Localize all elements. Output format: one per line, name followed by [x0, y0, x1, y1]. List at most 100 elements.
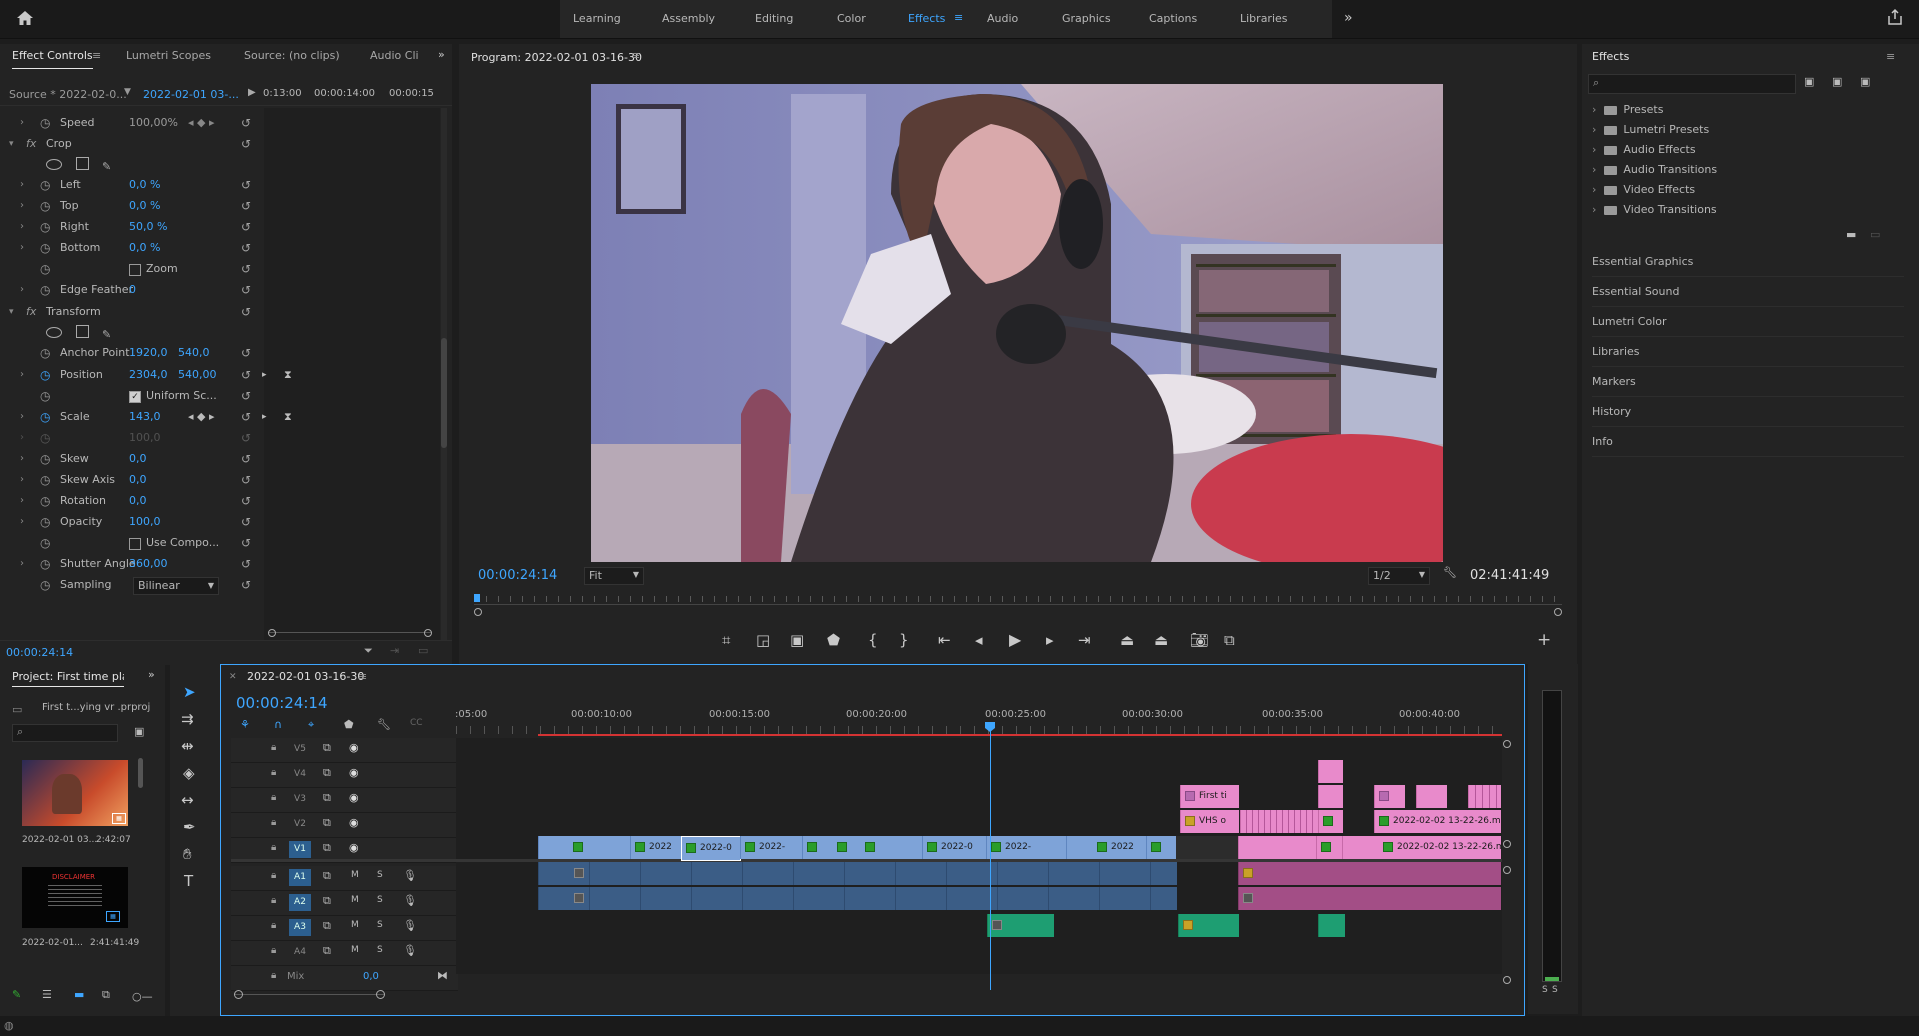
eye-icon[interactable]: ◉	[349, 766, 359, 779]
pencil-icon[interactable]: ✎	[12, 988, 21, 1001]
lock-icon[interactable]: 🔒︎	[271, 817, 276, 828]
playhead-marker[interactable]	[474, 594, 480, 602]
stopwatch-icon[interactable]: ◷	[40, 533, 50, 553]
workspace-tab-editing[interactable]: Editing	[755, 12, 793, 25]
pen-tool-icon[interactable]: ✒	[183, 818, 196, 836]
v1-clip-10[interactable]	[1238, 836, 1317, 859]
row-opacity[interactable]: › ◷ Opacity 100,0 ↺	[0, 512, 420, 532]
v1-clip-12[interactable]: 2022-02-02 13-22-26.m	[1342, 836, 1501, 859]
comparison-icon[interactable]: ▣	[790, 631, 804, 649]
microphone-icon[interactable]: 🎙︎	[403, 869, 417, 882]
linked-selection-icon[interactable]: ⌖	[308, 718, 314, 732]
add-marker-icon[interactable]: ⬟	[827, 631, 840, 649]
panel-info[interactable]: Info	[1592, 428, 1904, 457]
reset-icon[interactable]: ↺	[241, 113, 251, 133]
reset-icon[interactable]: ↺	[241, 470, 251, 490]
right-value[interactable]: 50,0 %	[129, 217, 167, 237]
eye-icon[interactable]: ◉	[349, 791, 359, 804]
chevron-right-icon[interactable]: ›	[20, 238, 24, 258]
eye-icon[interactable]: ◉	[349, 841, 359, 854]
trash-icon[interactable]: ▭	[418, 644, 428, 657]
effect-folder-audio-effects[interactable]: › Audio Effects	[1592, 141, 1696, 159]
workspace-tab-learning[interactable]: Learning	[573, 12, 621, 25]
reset-icon[interactable]: ↺	[241, 575, 251, 595]
chevron-right-icon[interactable]: ›	[20, 407, 24, 427]
keyframe-icon[interactable]: ▸	[262, 407, 267, 427]
v1-clip-3-selected[interactable]: 2022-0	[681, 836, 741, 861]
play-icon[interactable]: ▶	[248, 87, 256, 98]
panel-libraries[interactable]: Libraries	[1592, 338, 1904, 367]
v1-clip-9[interactable]	[1146, 836, 1177, 859]
a2-clip[interactable]	[538, 887, 1177, 910]
work-area-bar[interactable]	[538, 734, 1502, 736]
track-target[interactable]: V2	[289, 816, 311, 833]
v1-clip-2[interactable]: 2022	[630, 836, 681, 859]
panel-essential-sound[interactable]: Essential Sound	[1592, 278, 1904, 307]
meter-solo-left[interactable]: S	[1542, 985, 1548, 995]
step-back-icon[interactable]: ◂	[975, 631, 983, 649]
lock-icon[interactable]: 🔒︎	[271, 945, 276, 956]
microphone-icon[interactable]: 🎙︎	[403, 919, 417, 932]
track-target[interactable]: V3	[289, 791, 311, 808]
lock-icon[interactable]: 🔒︎	[271, 870, 276, 881]
stopwatch-icon[interactable]: ◷	[40, 491, 50, 511]
marker-grid-icon[interactable]: ⌗	[722, 631, 730, 649]
add-button-icon[interactable]: +	[1537, 630, 1551, 650]
ec-zoom-scrollbar[interactable]	[268, 629, 432, 637]
v2-cuts[interactable]	[1240, 810, 1319, 833]
workspace-tab-captions[interactable]: Captions	[1149, 12, 1197, 25]
zoom-slider[interactable]: ○—	[132, 990, 153, 1003]
v3-title-clip[interactable]: First ti	[1180, 785, 1239, 808]
type-tool-icon[interactable]: T	[184, 872, 193, 890]
razor-tool-icon[interactable]: ◈	[183, 764, 195, 782]
track-select-icon[interactable]: ⇉	[181, 710, 194, 728]
reset-icon[interactable]: ↺	[241, 259, 251, 279]
extract-icon[interactable]: ⏏	[1154, 631, 1168, 649]
sync-lock-icon[interactable]: ⧉	[323, 766, 331, 780]
chevron-right-icon[interactable]: ›	[1592, 203, 1596, 216]
left-value[interactable]: 0,0 %	[129, 175, 160, 195]
workspace-tab-effects[interactable]: Effects	[908, 12, 945, 25]
lock-icon[interactable]: 🔒︎	[271, 920, 276, 931]
reset-icon[interactable]: ↺	[241, 134, 251, 154]
track-header-a4[interactable]: 🔒︎ A4 ⧉ M S 🎙︎	[231, 941, 458, 966]
accelerated-effects-icon[interactable]: ▣	[1804, 75, 1814, 88]
rotation-value[interactable]: 0,0	[129, 491, 147, 511]
lock-icon[interactable]: 🔒︎	[271, 842, 276, 853]
row-uniform[interactable]: ◷ ✓ Uniform Sc... ↺	[0, 386, 420, 406]
a1-clip-pink[interactable]	[1238, 862, 1501, 885]
reset-icon[interactable]: ↺	[241, 386, 251, 406]
skew-value[interactable]: 0,0	[129, 449, 147, 469]
anchor-y-value[interactable]: 540,0	[178, 343, 210, 363]
v1-clip-6[interactable]: 2022-0	[922, 836, 987, 859]
use-composition-checkbox[interactable]	[129, 538, 141, 550]
ripple-edit-icon[interactable]: ⇹	[181, 737, 194, 755]
keyframe-hourglass-icon[interactable]: ⧗	[284, 407, 292, 427]
chevron-right-icon[interactable]: ›	[20, 113, 24, 133]
fit-dropdown[interactable]: Fit ▼	[584, 567, 644, 585]
stopwatch-icon[interactable]: ◷	[40, 343, 50, 363]
keyframe-icon[interactable]: ▸	[262, 365, 267, 385]
row-edge-feather[interactable]: › ◷ Edge Feather 0 ↺	[0, 280, 420, 300]
rect-mask-icon[interactable]	[75, 157, 89, 170]
stopwatch-icon[interactable]: ◷	[40, 470, 50, 490]
v1-clip-7[interactable]: 2022-	[986, 836, 1067, 859]
chevron-right-icon[interactable]: ›	[20, 280, 24, 300]
row-skew[interactable]: › ◷ Skew 0,0 ↺	[0, 449, 420, 469]
row-zoom[interactable]: ◷ Zoom ↺	[0, 259, 420, 279]
pen-icon[interactable]: ✎	[102, 328, 111, 341]
chevron-right-icon[interactable]: ›	[1592, 163, 1596, 176]
v1-clip-1[interactable]	[538, 836, 631, 859]
panel-lumetri-color[interactable]: Lumetri Color	[1592, 308, 1904, 337]
workspace-menu-icon[interactable]: ≡	[954, 11, 963, 24]
panel-essential-graphics[interactable]: Essential Graphics	[1592, 248, 1904, 277]
row-crop[interactable]: ▾ fx Crop ↺	[0, 134, 420, 154]
scrollbar[interactable]	[441, 108, 447, 658]
eye-icon[interactable]: ◉	[349, 816, 359, 829]
reset-icon[interactable]: ↺	[241, 280, 251, 300]
track-header-a1[interactable]: 🔒︎ A1 ⧉ M S 🎙︎	[231, 866, 458, 891]
reset-icon[interactable]: ↺	[241, 554, 251, 574]
chevron-down-icon[interactable]: ▾	[9, 134, 14, 154]
chevron-right-icon[interactable]: ›	[20, 554, 24, 574]
chevron-right-icon[interactable]: ›	[1592, 103, 1596, 116]
